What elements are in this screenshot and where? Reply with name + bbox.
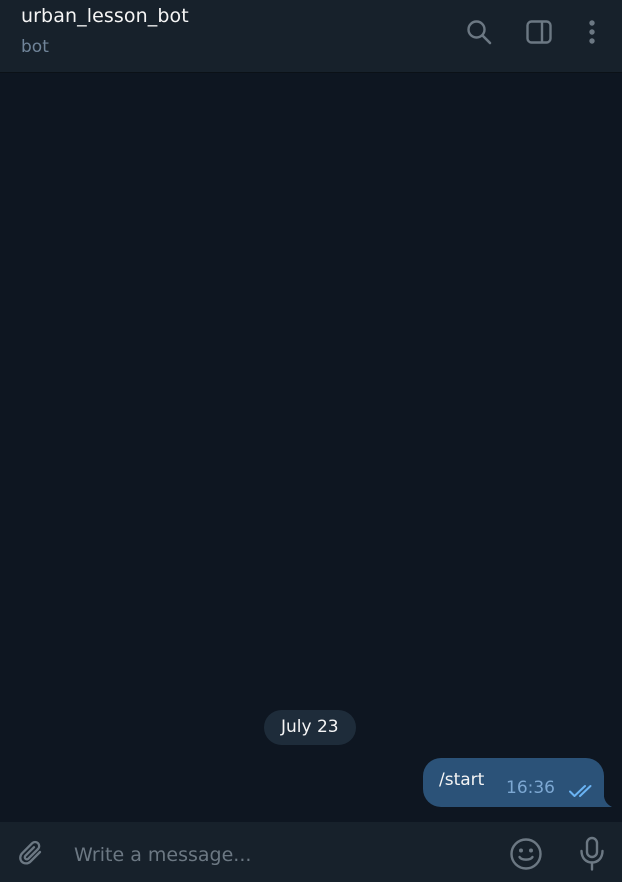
chat-window: urban_lesson_bot bot July 23 /start 16:3… xyxy=(0,0,622,882)
outgoing-message-bubble[interactable]: /start 16:36 xyxy=(423,758,604,807)
message-input[interactable] xyxy=(74,841,494,869)
sidebar-toggle-button[interactable] xyxy=(521,14,557,50)
date-separator[interactable]: July 23 xyxy=(264,710,356,745)
more-options-button[interactable] xyxy=(574,14,610,50)
emoji-button[interactable] xyxy=(508,836,544,872)
message-text[interactable]: /start xyxy=(439,770,484,790)
microphone-icon xyxy=(580,836,604,871)
sidebar-toggle-icon xyxy=(526,20,552,44)
message-list[interactable]: July 23 /start 16:36 xyxy=(0,73,622,822)
more-vertical-icon xyxy=(589,20,595,44)
paperclip-icon xyxy=(19,840,42,865)
voice-message-button[interactable] xyxy=(574,836,610,872)
message-time: 16:36 xyxy=(506,778,555,798)
double-check-icon xyxy=(569,785,592,797)
attach-button[interactable] xyxy=(14,836,50,872)
message-composer xyxy=(0,822,622,882)
emoji-icon xyxy=(510,838,542,870)
chat-subtitle: bot xyxy=(21,37,49,57)
search-icon xyxy=(467,20,492,45)
chat-title[interactable]: urban_lesson_bot xyxy=(21,5,189,27)
chat-header: urban_lesson_bot bot xyxy=(0,0,622,73)
search-button[interactable] xyxy=(461,14,497,50)
